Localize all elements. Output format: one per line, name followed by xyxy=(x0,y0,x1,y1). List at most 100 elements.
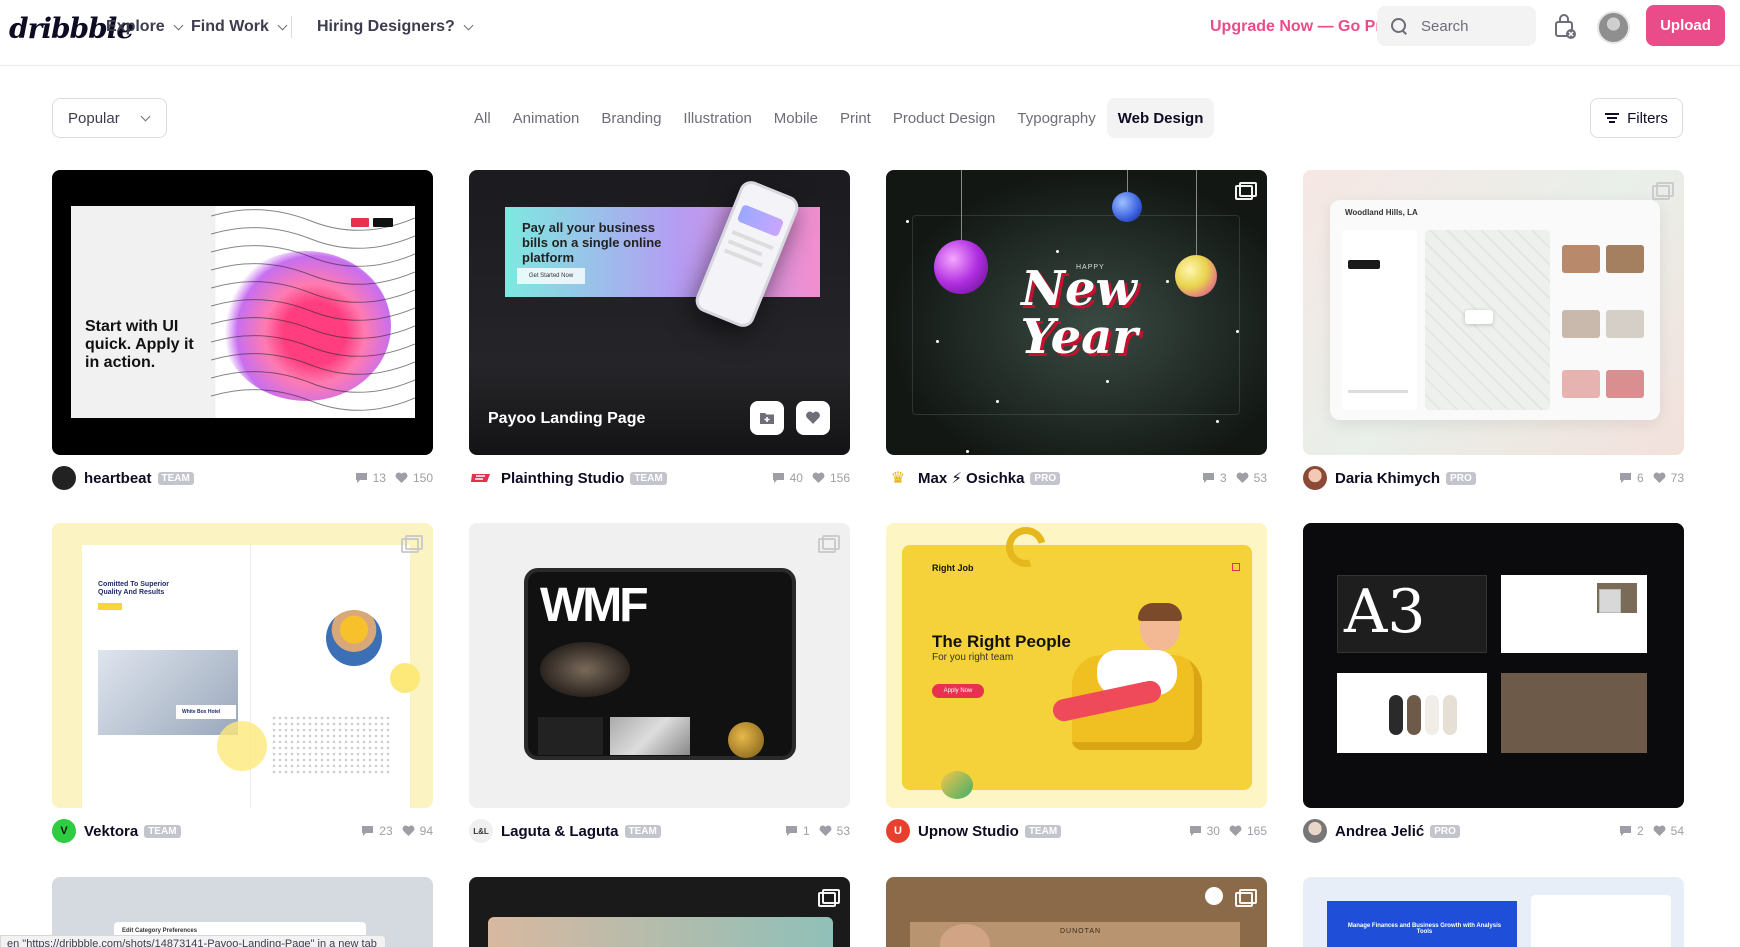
tab-branding[interactable]: Branding xyxy=(590,98,672,138)
shot-card[interactable]: DUNOTAN xyxy=(886,877,1267,947)
team-badge: TEAM xyxy=(144,824,181,838)
filters-button[interactable]: Filters xyxy=(1590,98,1683,138)
listing-image xyxy=(1606,245,1644,273)
shot-card[interactable]: HAPPY New Year ♛ Max ⚡ Osichka PRO 3 53 xyxy=(886,170,1267,490)
upload-button[interactable]: Upload xyxy=(1646,5,1725,46)
shot-thumbnail[interactable]: DUNOTAN xyxy=(886,877,1267,947)
author-avatar[interactable] xyxy=(1303,466,1327,490)
heart-icon[interactable] xyxy=(1236,472,1249,484)
shot-card[interactable]: Comitted To Superior Quality And Results… xyxy=(52,523,433,843)
comment-count: 2 xyxy=(1636,824,1644,838)
ornament-yellow xyxy=(1175,255,1217,297)
user-avatar[interactable] xyxy=(1597,11,1630,44)
author-avatar[interactable] xyxy=(52,466,76,490)
heart-icon[interactable] xyxy=(402,825,415,837)
shot-thumbnail[interactable] xyxy=(469,877,850,947)
heart-icon[interactable] xyxy=(812,472,825,484)
search-input[interactable] xyxy=(1421,17,1531,35)
author-name[interactable]: Upnow Studio xyxy=(918,823,1019,840)
nav-find-work[interactable]: Find Work xyxy=(191,18,288,36)
comment-count: 3 xyxy=(1219,471,1227,485)
mock-chip xyxy=(1348,260,1380,269)
author-name[interactable]: Andrea Jelić xyxy=(1335,823,1424,840)
sort-dropdown[interactable]: Popular xyxy=(52,98,167,138)
go-pro-link[interactable]: Upgrade Now — Go Pro xyxy=(1210,18,1391,36)
shot-meta: ♛ Max ⚡ Osichka PRO 3 53 xyxy=(886,465,1267,491)
shot-thumbnail[interactable]: Start with UI quick. Apply it in action. xyxy=(52,170,433,455)
shot-card[interactable]: Woodland Hills, LA Daria Khimych PRO 6 7… xyxy=(1303,170,1684,490)
thumbnail-headline: Start with UI quick. Apply it in action. xyxy=(85,318,194,371)
shot-thumbnail[interactable]: Manage Finances and Business Growth with… xyxy=(1303,877,1684,947)
thumbnail-button xyxy=(351,218,369,227)
author-name[interactable]: Max ⚡ Osichka xyxy=(918,469,1024,487)
pro-badge: PRO xyxy=(1030,471,1061,485)
shot-stats: 2 54 xyxy=(1619,824,1684,838)
sort-value: Popular xyxy=(68,109,120,127)
author-avatar[interactable]: ♛ xyxy=(886,466,910,490)
shot-stats: 13 150 xyxy=(355,471,433,485)
shot-thumbnail[interactable]: A3 xyxy=(1303,523,1684,808)
tab-mobile[interactable]: Mobile xyxy=(763,98,829,138)
multi-shot-icon xyxy=(1235,889,1257,907)
author-avatar[interactable] xyxy=(1303,819,1327,843)
author-avatar[interactable]: V xyxy=(52,819,76,843)
slide-panel xyxy=(1501,575,1647,653)
shot-card[interactable]: Manage Finances and Business Growth with… xyxy=(1303,877,1684,947)
page-right xyxy=(250,545,410,808)
chevron-down-icon xyxy=(463,20,474,30)
search-icon xyxy=(1391,18,1407,34)
colour-swatch xyxy=(1407,695,1421,735)
author-name[interactable]: heartbeat xyxy=(84,470,152,487)
shot-thumbnail[interactable]: Comitted To Superior Quality And Results… xyxy=(52,523,433,808)
shot-thumbnail[interactable]: WMF xyxy=(469,523,850,808)
tab-web-design[interactable]: Web Design xyxy=(1106,98,1215,138)
team-badge: TEAM xyxy=(630,471,667,485)
shot-thumbnail[interactable]: Woodland Hills, LA xyxy=(1303,170,1684,455)
shot-card[interactable]: Start with UI quick. Apply it in action.… xyxy=(52,170,433,490)
shot-card[interactable]: WMF L&L Laguta & Laguta TEAM 1 53 xyxy=(469,523,850,843)
preview-label: DUNOTAN xyxy=(1060,928,1102,935)
author-avatar[interactable] xyxy=(469,466,493,490)
heart-icon[interactable] xyxy=(1229,825,1242,837)
shot-title[interactable]: Payoo Landing Page xyxy=(488,410,645,428)
hotel-label: White Box Hotel xyxy=(176,705,236,719)
nav-hiring-designers[interactable]: Hiring Designers? xyxy=(317,18,474,36)
author-avatar[interactable]: L&L xyxy=(469,819,493,843)
like-button[interactable] xyxy=(796,401,830,435)
tab-animation[interactable]: Animation xyxy=(502,98,591,138)
shot-thumbnail[interactable]: Pay all your business bills on a single … xyxy=(469,170,850,455)
heart-icon[interactable] xyxy=(1653,825,1666,837)
search-box[interactable] xyxy=(1377,6,1536,46)
snow-dots xyxy=(906,220,909,223)
heart-icon[interactable] xyxy=(819,825,832,837)
author-name[interactable]: Daria Khimych xyxy=(1335,470,1440,487)
shot-thumbnail[interactable]: HAPPY New Year xyxy=(886,170,1267,455)
world-map xyxy=(271,715,391,775)
author-name[interactable]: Plainthing Studio xyxy=(501,470,624,487)
tab-print[interactable]: Print xyxy=(829,98,882,138)
shot-card[interactable]: Right Job The Right People For you right… xyxy=(886,523,1267,843)
shot-card[interactable]: A3 Andrea Jelić PRO 2 54 xyxy=(1303,523,1684,843)
author-avatar[interactable]: U xyxy=(886,819,910,843)
gallery-thumb xyxy=(610,717,690,755)
author-name[interactable]: Vektora xyxy=(84,823,138,840)
tab-illustration[interactable]: Illustration xyxy=(672,98,762,138)
nav-explore[interactable]: Explore xyxy=(106,18,184,36)
tab-all[interactable]: All xyxy=(463,98,502,138)
tab-typography[interactable]: Typography xyxy=(1006,98,1106,138)
comment-count: 23 xyxy=(379,824,393,838)
shot-thumbnail[interactable]: Right Job The Right People For you right… xyxy=(886,523,1267,808)
shopping-bag-icon[interactable] xyxy=(1553,14,1577,40)
shot-card[interactable] xyxy=(469,877,850,947)
top-navigation: dribbble Explore Find Work Hiring Design… xyxy=(0,0,1740,66)
brand-label: Right Job xyxy=(932,563,974,573)
heart-icon[interactable] xyxy=(395,472,408,484)
shot-stats: 23 94 xyxy=(361,824,433,838)
shot-card[interactable]: Pay all your business bills on a single … xyxy=(469,170,850,490)
author-name[interactable]: Laguta & Laguta xyxy=(501,823,619,840)
page-left: Comitted To Superior Quality And Results… xyxy=(82,545,250,808)
building-image: White Box Hotel xyxy=(98,650,238,735)
tab-product-design[interactable]: Product Design xyxy=(882,98,1007,138)
heart-icon[interactable] xyxy=(1653,472,1666,484)
save-collection-button[interactable] xyxy=(750,401,784,435)
